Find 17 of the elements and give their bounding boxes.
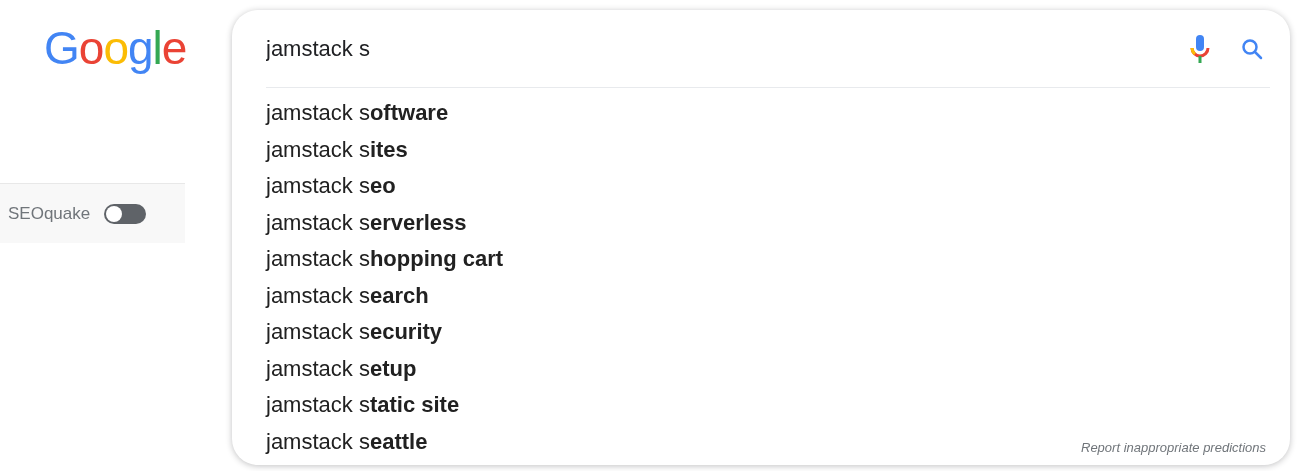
- search-icon[interactable]: [1240, 36, 1264, 61]
- suggestion-item[interactable]: jamstack serverless: [266, 204, 467, 241]
- report-link[interactable]: Report inappropriate predictions: [1081, 437, 1266, 457]
- search-field[interactable]: jamstack s: [266, 32, 1190, 65]
- logo[interactable]: Google: [44, 20, 187, 76]
- suggestion-item[interactable]: jamstack static site: [266, 387, 460, 424]
- suggestion-item[interactable]: jamstack software: [266, 95, 449, 132]
- extension-label: SEOquake: [8, 202, 91, 225]
- suggestion-item[interactable]: jamstack security: [266, 314, 443, 351]
- suggestion-item[interactable]: jamstack seo: [266, 168, 396, 205]
- suggestion-item[interactable]: jamstack shopping cart: [266, 241, 504, 278]
- toggle-switch[interactable]: [104, 203, 147, 224]
- suggestion-item[interactable]: jamstack search: [266, 277, 429, 314]
- suggestion-item[interactable]: jamstack seattle: [266, 423, 428, 460]
- microphone-icon[interactable]: [1190, 33, 1210, 64]
- suggestion-item[interactable]: jamstack sites: [266, 131, 408, 168]
- suggestion-item[interactable]: jamstack setup: [266, 350, 417, 387]
